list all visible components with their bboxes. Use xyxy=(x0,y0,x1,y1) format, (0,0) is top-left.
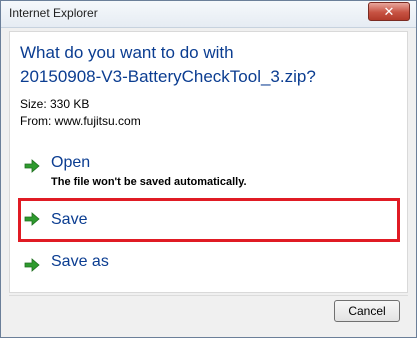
close-icon: ✕ xyxy=(383,4,395,19)
file-size: Size: 330 KB xyxy=(20,97,90,111)
cancel-button[interactable]: Cancel xyxy=(334,300,400,322)
open-option[interactable]: Open The file won't be saved automatical… xyxy=(18,154,400,191)
open-label: Open xyxy=(51,154,91,171)
file-source: From: www.fujitsu.com xyxy=(20,114,141,128)
file-name: 20150908-V3-BatteryCheckTool_3.zip? xyxy=(20,67,316,86)
save-label: Save xyxy=(51,211,88,228)
footer-divider xyxy=(9,295,408,296)
save-as-option[interactable]: Save as xyxy=(18,253,400,278)
open-description: The file won't be saved automatically. xyxy=(51,176,247,188)
green-arrow-icon xyxy=(24,159,40,173)
green-arrow-icon xyxy=(24,258,40,272)
download-dialog: Internet Explorer ✕ What do you want to … xyxy=(0,0,417,338)
save-as-label: Save as xyxy=(51,253,109,270)
title-bar: Internet Explorer ✕ xyxy=(1,1,416,28)
download-question: What do you want to do with 20150908-V3-… xyxy=(20,41,400,89)
question-text: What do you want to do with xyxy=(20,43,234,62)
window-title: Internet Explorer xyxy=(9,6,98,20)
green-arrow-icon xyxy=(24,212,40,226)
close-button[interactable]: ✕ xyxy=(368,2,410,21)
dialog-content: What do you want to do with 20150908-V3-… xyxy=(9,31,408,293)
save-option[interactable]: Save xyxy=(18,198,400,242)
